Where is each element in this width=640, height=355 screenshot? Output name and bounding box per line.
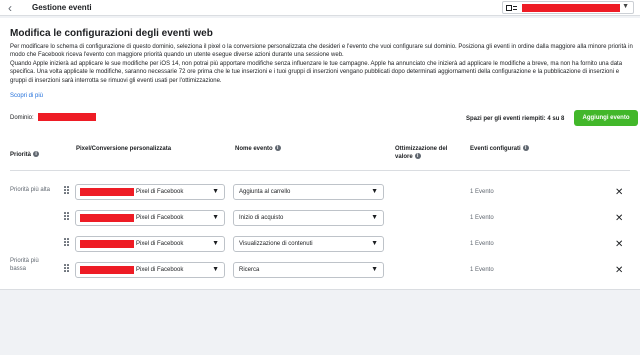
- caret-down-icon: ▼: [212, 188, 219, 195]
- close-icon[interactable]: ✕: [615, 240, 623, 250]
- caret-down-icon: ▼: [371, 266, 378, 273]
- account-name-redacted: [522, 4, 620, 12]
- event-select[interactable]: Aggiunta al carrello ▼: [233, 184, 384, 200]
- info-icon[interactable]: i: [414, 153, 421, 160]
- pixel-select[interactable]: Pixel di Facebook ▼: [75, 184, 225, 200]
- add-event-button[interactable]: Aggiungi evento: [574, 110, 638, 126]
- event-select[interactable]: Inizio di acquisto ▼: [233, 210, 384, 226]
- domain-value-redacted: [38, 113, 96, 121]
- close-icon[interactable]: ✕: [615, 214, 623, 224]
- drag-handle-icon[interactable]: [64, 264, 70, 274]
- header-value-optimization: Ottimizzazione del valore i: [395, 145, 460, 161]
- pixel-name: Pixel di Facebook: [136, 215, 184, 221]
- caret-down-icon: ▼: [371, 240, 378, 247]
- event-name: Ricerca: [239, 267, 260, 273]
- configured-count: 1 Evento: [470, 215, 494, 221]
- info-icon[interactable]: i: [33, 151, 40, 158]
- priority-lowest-label: Priorità più bassa: [10, 258, 39, 272]
- pixel-name: Pixel di Facebook: [136, 241, 184, 247]
- configured-count: 1 Evento: [470, 241, 494, 247]
- pixel-select[interactable]: Pixel di Facebook ▼: [75, 262, 225, 278]
- pixel-select[interactable]: Pixel di Facebook ▼: [75, 236, 225, 252]
- caret-down-icon: ▼: [371, 188, 378, 195]
- close-icon[interactable]: ✕: [615, 188, 623, 198]
- account-selector[interactable]: ▼: [502, 1, 634, 14]
- caret-down-icon: ▼: [622, 3, 629, 10]
- learn-more-link[interactable]: Scopri di più: [10, 93, 43, 99]
- event-name: Aggiunta al carrello: [239, 189, 291, 195]
- drag-handle-icon[interactable]: [64, 238, 70, 248]
- event-select[interactable]: Ricerca ▼: [233, 262, 384, 278]
- event-configuration-panel: Modifica le configurazioni degli eventi …: [0, 18, 640, 290]
- pixel-name: Pixel di Facebook: [136, 189, 184, 195]
- description: Per modificare lo schema di configurazio…: [10, 43, 634, 85]
- pixel-select[interactable]: Pixel di Facebook ▼: [75, 210, 225, 226]
- header-value-optimization-label: Ottimizzazione del valore: [395, 146, 448, 160]
- header-event-name-label: Nome evento: [235, 146, 273, 152]
- pixel-id-redacted: [80, 240, 134, 248]
- pixel-id-redacted: [80, 214, 134, 222]
- header-configured-events-label: Eventi configurati: [470, 146, 521, 152]
- pixel-id-redacted: [80, 188, 134, 196]
- caret-down-icon: ▼: [371, 214, 378, 221]
- caret-down-icon: ▼: [212, 266, 219, 273]
- header-priority: Priorità i: [10, 151, 40, 159]
- event-name: Inizio di acquisto: [239, 215, 284, 221]
- pixel-id-redacted: [80, 266, 134, 274]
- configured-count: 1 Evento: [470, 267, 494, 273]
- page-title: Gestione eventi: [32, 3, 92, 12]
- slots-filled-text: Spazi per gli eventi riempiti: 4 su 8: [466, 116, 565, 122]
- header-event-name: Nome evento i: [235, 145, 281, 153]
- caret-down-icon: ▼: [212, 214, 219, 221]
- section-title: Modifica le configurazioni degli eventi …: [10, 28, 213, 39]
- header-priority-label: Priorità: [10, 152, 32, 158]
- top-bar: ‹ Gestione eventi ▼: [0, 0, 640, 16]
- event-select[interactable]: Visualizzazione di contenuti ▼: [233, 236, 384, 252]
- pixel-name: Pixel di Facebook: [136, 267, 184, 273]
- drag-handle-icon[interactable]: [64, 186, 70, 196]
- chevron-left-icon[interactable]: ‹: [8, 1, 12, 15]
- header-configured-events: Eventi configurati i: [470, 145, 529, 153]
- business-icon: [506, 4, 518, 12]
- info-icon[interactable]: i: [522, 145, 529, 152]
- close-icon[interactable]: ✕: [615, 266, 623, 276]
- header-pixel: Pixel/Conversione personalizzata: [76, 146, 172, 152]
- event-name: Visualizzazione di contenuti: [239, 241, 313, 247]
- configured-count: 1 Evento: [470, 189, 494, 195]
- drag-handle-icon[interactable]: [64, 212, 70, 222]
- domain-label: Dominio:: [10, 115, 34, 121]
- caret-down-icon: ▼: [212, 240, 219, 247]
- info-icon[interactable]: i: [274, 145, 281, 152]
- description-paragraph-2: Quando Apple inizierà ad applicare le su…: [10, 60, 623, 84]
- priority-highest-label: Priorità più alta: [10, 187, 51, 193]
- description-paragraph-1: Per modificare lo schema di configurazio…: [10, 44, 633, 59]
- header-divider: [10, 170, 630, 171]
